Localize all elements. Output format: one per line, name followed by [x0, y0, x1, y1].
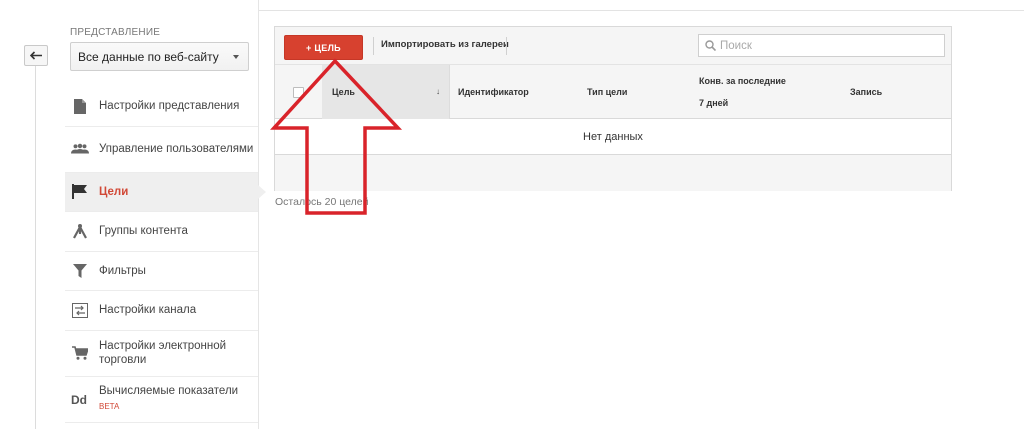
view-sidebar: ПРЕДСТАВЛЕНИЕ Все данные по веб-сайту На…: [65, 0, 266, 429]
search-field[interactable]: [698, 34, 945, 57]
search-icon: [705, 40, 716, 51]
column-label: Запись: [850, 87, 883, 97]
column-header-conversions[interactable]: Конв. за последние 7 дней: [699, 65, 829, 119]
nav-item-label: Группы контента: [99, 225, 188, 238]
column-label-period: 7 дней: [699, 98, 729, 108]
goals-toolbar: + ЦЕЛЬ Импортировать из галереи: [275, 27, 951, 65]
nav-item-view-settings[interactable]: Настройки представления: [65, 87, 258, 127]
column-header-goal[interactable]: Цель ↓: [322, 65, 450, 119]
view-section-heading: ПРЕДСТАВЛЕНИЕ: [70, 27, 161, 38]
back-arrow-icon: [29, 51, 42, 60]
nav-item-label: Фильтры: [99, 264, 146, 277]
view-select-value: Все данные по веб-сайту: [78, 49, 219, 64]
content-group-icon: [71, 223, 89, 239]
column-header-recording[interactable]: Запись: [850, 65, 882, 119]
column-header-id[interactable]: Идентификатор: [458, 65, 529, 119]
column-label: Конв. за последние: [699, 76, 786, 86]
nav-item-label: Настройки канала: [99, 304, 197, 317]
column-header-goal-type[interactable]: Тип цели: [587, 65, 627, 119]
column-label: Тип цели: [587, 87, 628, 97]
column-label: Идентификатор: [458, 87, 529, 97]
top-divider: [258, 10, 1024, 11]
remaining-goals-text: Осталось 20 целей: [275, 196, 369, 208]
empty-table-row: Нет данных: [275, 119, 951, 155]
users-icon: [71, 141, 89, 157]
nav-item-label: Настройки электронной торговли: [99, 340, 227, 366]
empty-message: Нет данных: [583, 130, 643, 143]
active-pointer-notch: [258, 184, 266, 199]
select-all-checkbox[interactable]: [293, 86, 304, 98]
toolbar-divider: [373, 37, 374, 55]
nav-item-ecommerce-settings[interactable]: Настройки электронной торговли: [65, 331, 258, 377]
nav-item-user-management[interactable]: Управление пользователями: [65, 127, 258, 173]
nav-item-label-wrap: Вычисляемые показатели BETA: [99, 384, 238, 414]
beta-badge: BETA: [99, 402, 120, 411]
nav-item-label: Цели: [99, 185, 129, 198]
column-label: Цель: [332, 87, 355, 97]
view-nav: Настройки представления Управление польз…: [65, 87, 266, 423]
nav-item-label: Вычисляемые показатели: [99, 385, 239, 397]
svg-text:Dd: Dd: [71, 393, 87, 405]
channel-settings-icon: [71, 302, 89, 318]
document-icon: [71, 98, 89, 114]
chevron-down-icon: [233, 55, 239, 59]
cart-icon: [71, 345, 89, 361]
nav-item-calculated-metrics[interactable]: Dd Вычисляемые показатели BETA: [65, 377, 258, 423]
back-button[interactable]: [24, 45, 48, 66]
flag-icon: [71, 184, 89, 200]
nav-item-goals[interactable]: Цели: [65, 172, 266, 212]
nav-item-content-groups[interactable]: Группы контента: [65, 212, 258, 252]
calculated-metrics-icon: Dd: [71, 391, 89, 407]
nav-item-label: Настройки представления: [99, 100, 240, 113]
table-footer: [275, 155, 951, 191]
sort-arrow-icon: ↓: [436, 87, 440, 96]
add-goal-button[interactable]: + ЦЕЛЬ: [284, 35, 363, 60]
view-select[interactable]: Все данные по веб-сайту: [70, 42, 249, 71]
select-all-cell: [275, 65, 322, 119]
nav-item-channel-settings[interactable]: Настройки канала: [65, 291, 258, 331]
toolbar-divider: [506, 37, 507, 55]
back-rail-line: [35, 66, 36, 429]
table-header: Цель ↓ Идентификатор Тип цели Конв. за п…: [275, 65, 951, 119]
filter-icon: [71, 263, 89, 279]
import-from-gallery-button[interactable]: Импортировать из галереи: [381, 39, 509, 50]
nav-item-label: Управление пользователями: [99, 143, 254, 155]
search-input[interactable]: [720, 39, 930, 52]
goals-table-panel: + ЦЕЛЬ Импортировать из галереи Цель ↓ И…: [274, 26, 952, 191]
nav-item-filters[interactable]: Фильтры: [65, 252, 258, 291]
